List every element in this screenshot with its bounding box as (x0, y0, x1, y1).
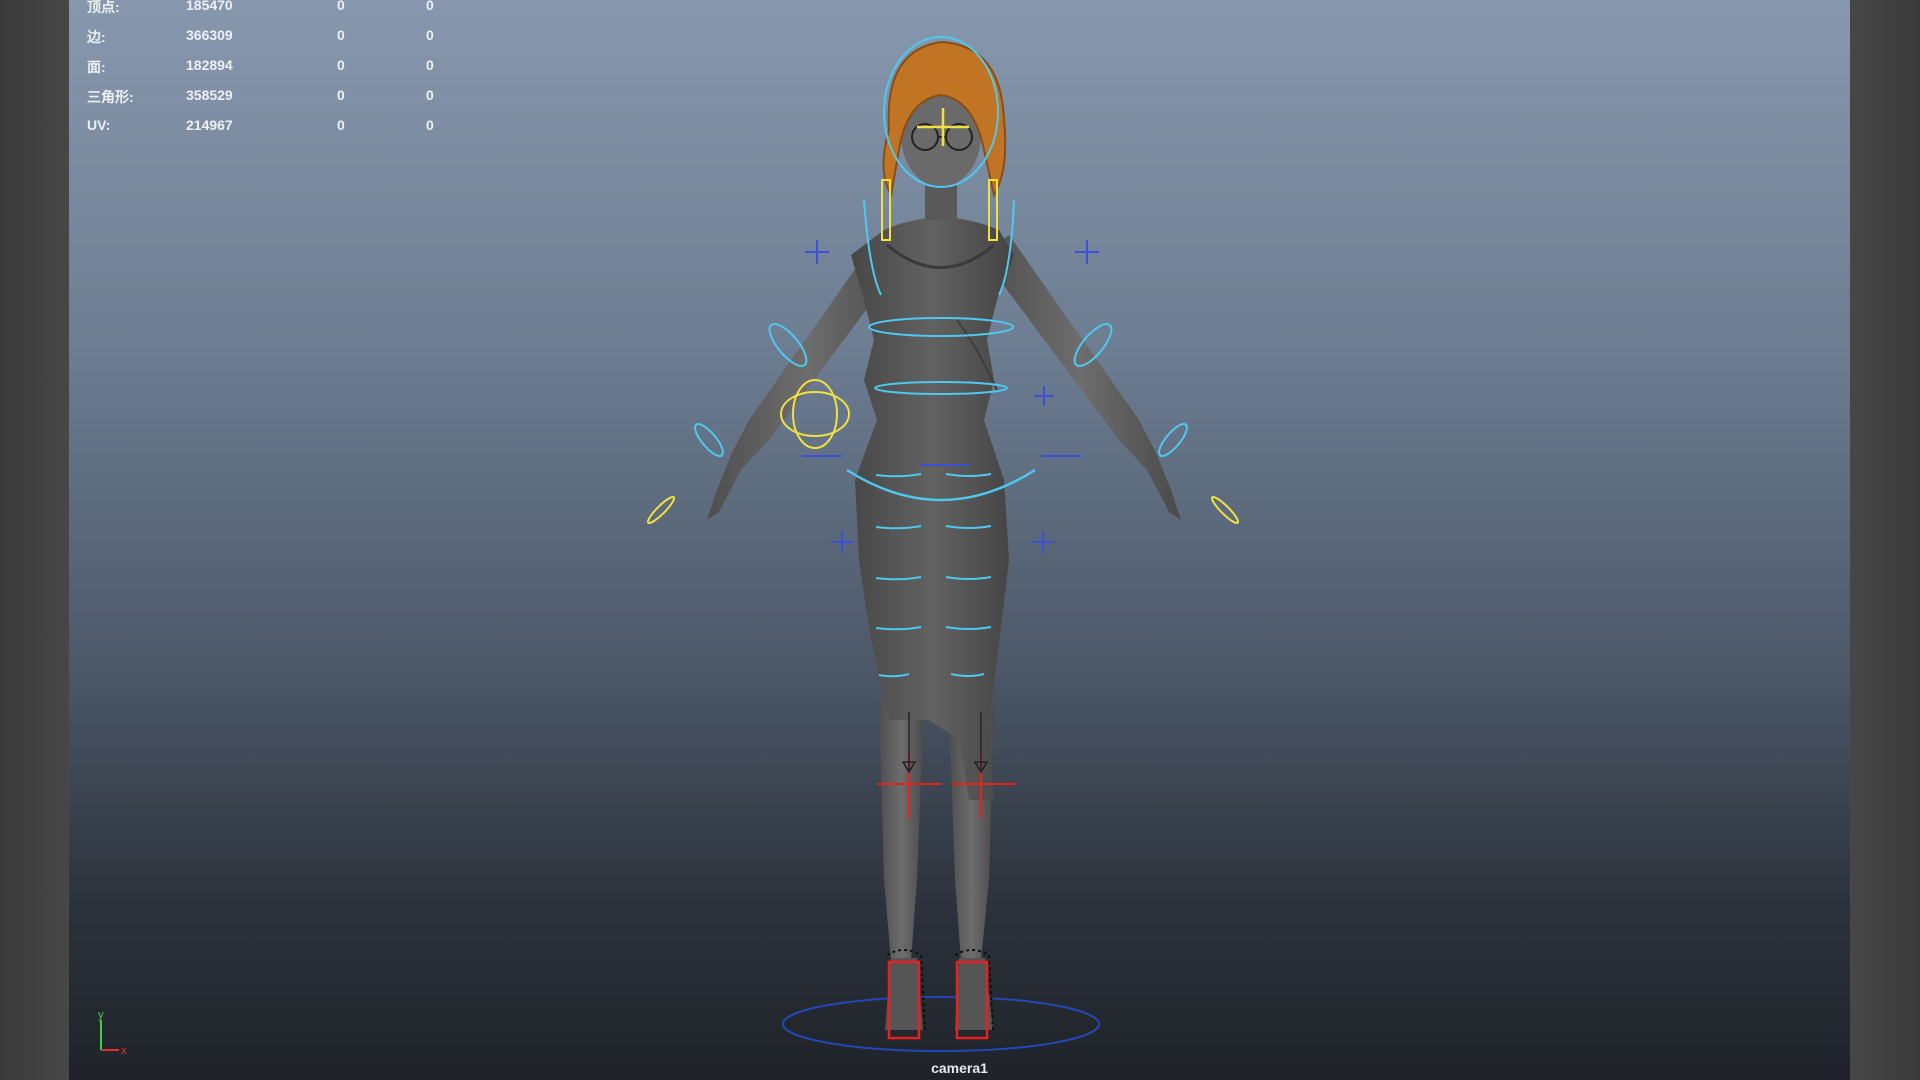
hud-label: UV: (87, 117, 111, 133)
hud-selected: 0 (337, 0, 345, 13)
hud-label: 三角形: (87, 89, 134, 105)
hud-label: 边: (87, 29, 106, 45)
3d-viewport[interactable]: 顶点: 185470 0 0 边: 366309 0 0 面: 182894 0… (69, 0, 1850, 1080)
hud-selected: 0 (337, 117, 345, 133)
axis-x-label: x (121, 1045, 127, 1057)
hud-total: 366309 (186, 27, 233, 43)
hud-total: 358529 (186, 87, 233, 103)
camera-name-label: camera1 (931, 1060, 988, 1076)
hud-triangles: 0 (426, 57, 434, 73)
hud-triangles: 0 (426, 117, 434, 133)
character-rig-scene[interactable] (69, 0, 1850, 1080)
hud-selected: 0 (337, 87, 345, 103)
right-panel-edge (1850, 0, 1920, 1080)
hud-label: 面: (87, 59, 106, 75)
hud-triangles: 0 (426, 87, 434, 103)
hud-triangles: 0 (426, 0, 434, 13)
hud-selected: 0 (337, 57, 345, 73)
hud-selected: 0 (337, 27, 345, 43)
hud-total: 214967 (186, 117, 233, 133)
character-dress (851, 217, 1014, 800)
hud-label: 顶点: (87, 0, 120, 15)
hud-total: 182894 (186, 57, 233, 73)
left-panel-edge (0, 0, 69, 1080)
hud-total: 185470 (186, 0, 233, 13)
view-axis-gizmo: y x (98, 1010, 127, 1057)
ground-control-ring[interactable] (782, 996, 1100, 1052)
character-shoes (885, 958, 993, 1030)
hud-triangles: 0 (426, 27, 434, 43)
axis-y-label: y (98, 1010, 104, 1021)
